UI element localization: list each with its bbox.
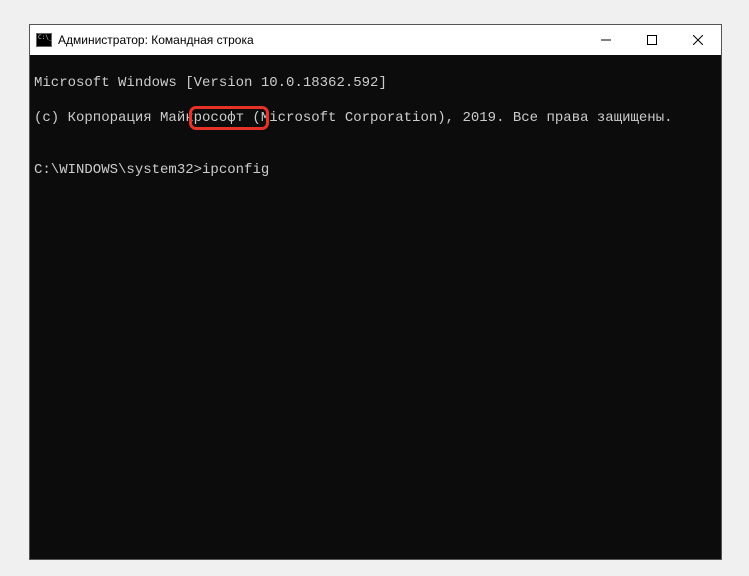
maximize-button[interactable]	[629, 25, 675, 55]
titlebar-left: Администратор: Командная строка	[30, 33, 254, 47]
command-prompt-window: Администратор: Командная строка Microso	[29, 24, 722, 560]
close-button[interactable]	[675, 25, 721, 55]
titlebar[interactable]: Администратор: Командная строка	[30, 25, 721, 55]
prompt: C:\WINDOWS\system32>	[34, 162, 202, 178]
typed-command: ipconfig	[202, 162, 269, 178]
window-title: Администратор: Командная строка	[58, 33, 254, 47]
close-icon	[693, 35, 703, 45]
minimize-button[interactable]	[583, 25, 629, 55]
cmd-icon	[36, 33, 52, 47]
window-controls	[583, 25, 721, 55]
version-line: Microsoft Windows [Version 10.0.18362.59…	[34, 75, 717, 93]
maximize-icon	[647, 35, 657, 45]
copyright-line: (c) Корпорация Майкрософт (Microsoft Cor…	[34, 110, 717, 128]
minimize-icon	[601, 35, 611, 45]
terminal-output[interactable]: Microsoft Windows [Version 10.0.18362.59…	[30, 55, 721, 559]
